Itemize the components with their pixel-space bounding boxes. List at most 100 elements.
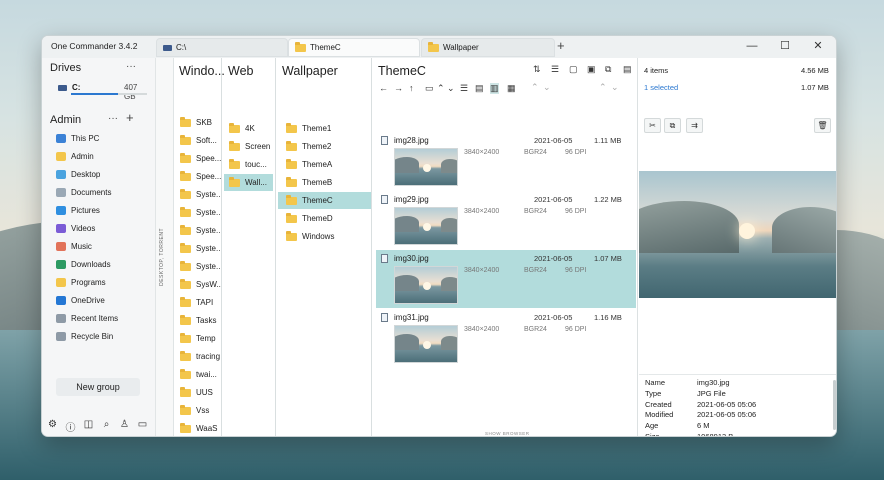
cut-icon[interactable]: ✂ [644,118,661,133]
folder-icon [180,260,191,271]
panels-icon[interactable]: ◫ [81,419,96,435]
folder-item[interactable]: Temp [175,330,221,347]
more-icon[interactable]: ··· [126,61,136,72]
details-view-icon[interactable]: ▤ [475,83,484,94]
folder-item[interactable]: Tasks [175,312,221,329]
folder-item[interactable]: WaaS [175,420,221,436]
folder-item[interactable]: ThemeD [278,210,371,227]
new-tab-button[interactable]: + [557,38,565,53]
file-row[interactable]: img30.jpg 2021-06-05 1.07 MB 3840×2400 BGR24… [376,250,636,308]
close-button[interactable]: ✕ [806,38,830,54]
sidebar-item-programs[interactable]: Programs [56,274,152,291]
folder-item[interactable]: Theme1 [278,120,371,137]
forward-icon[interactable]: → [394,83,403,93]
sidebar-item-admin[interactable]: Admin [56,148,152,165]
folder-item[interactable]: Syste... [175,204,221,221]
delete-icon[interactable]: 🗑 [814,118,831,133]
folder-item[interactable]: Soft... [175,132,221,149]
folder-item[interactable]: Syste... [175,186,221,203]
sidebar-item-pictures[interactable]: Pictures [56,202,152,219]
sidebar-item-recent-items[interactable]: Recent Items [56,310,152,327]
sort-list-icon[interactable]: ☰ [551,64,559,75]
folder-item[interactable]: Wall... [224,174,273,191]
folder-icon [229,158,240,169]
add-icon[interactable]: + [126,110,134,125]
chevron-down-icon[interactable]: ⌄ [447,83,455,94]
folder-item[interactable]: Windows [278,228,371,245]
chevron-up-icon[interactable]: ⌃ [437,83,445,94]
folder-item[interactable]: 4K [224,120,273,137]
column-splitter[interactable]: DESKTOP, TORRENT [156,58,174,436]
tab-c-drive[interactable]: C:\ [156,38,288,57]
folder-item[interactable]: ThemeA [278,156,371,173]
new-file-icon[interactable]: ▢ [569,64,578,75]
folder-item[interactable]: Syste... [175,258,221,275]
list-view-icon[interactable]: ☰ [460,83,468,94]
maximize-button[interactable]: ☐ [773,38,797,54]
folder-item[interactable]: touc... [224,156,273,173]
image-format: BGR24 [524,326,547,333]
sidebar-item-music[interactable]: Music [56,238,152,255]
folder-item[interactable]: Syste... [175,240,221,257]
show-browser-toggle[interactable]: SHOW BROWSER [485,431,530,436]
file-row[interactable]: img31.jpg 2021-06-05 1.16 MB 3840×2400 BGR24… [376,309,636,367]
folder-item[interactable]: ThemeB [278,174,371,191]
drive-icon [58,85,67,91]
folder-item[interactable]: SysW... [175,276,221,293]
move-icon[interactable]: ⇉ [686,118,703,133]
chevron-up-icon[interactable]: ⌃ [599,82,607,93]
sidebar-item-recycle-bin[interactable]: Recycle Bin [56,328,152,345]
sidebar-item-videos[interactable]: Videos [56,220,152,237]
sidebar-item-documents[interactable]: Documents [56,184,152,201]
search-icon[interactable]: ⌕ [99,419,114,435]
pictures-icon [56,206,66,215]
more-icon[interactable]: ··· [108,113,118,124]
chevron-down-icon[interactable]: ⌄ [611,82,619,93]
folder-item[interactable]: TAPI [175,294,221,311]
window-icon[interactable]: ▭ [135,419,150,435]
folder-icon [286,158,297,169]
copy-icon[interactable]: ⧉ [605,64,611,75]
info-icon[interactable]: ⓘ [63,419,78,435]
folder-item[interactable]: SKB [175,114,221,131]
sidebar-item-onedrive[interactable]: OneDrive [56,292,152,309]
column-windows: Windo... SKB Soft... Spee... Spee... Syste..… [174,58,225,436]
folder-item[interactable]: ThemeC [278,192,371,209]
scrollbar[interactable] [833,380,836,430]
grid-view-icon[interactable]: ▦ [507,83,516,94]
user-icon[interactable]: ♙ [117,419,132,435]
thumbnail-view-icon[interactable]: ▥ [490,83,499,94]
tab-wallpaper[interactable]: Wallpaper [421,38,555,57]
folder-item[interactable]: Screen [224,138,273,155]
settings-icon[interactable]: ⚙ [45,419,60,435]
copy-icon[interactable]: ⧉ [664,118,681,133]
minimize-button[interactable]: — [740,38,764,54]
folder-item[interactable]: twai... [175,366,221,383]
folder-item[interactable]: UUS [175,384,221,401]
property-key: Created [645,399,672,409]
up-icon[interactable]: ↑ [409,83,414,93]
sidebar-item-desktop[interactable]: Desktop [56,166,152,183]
folder-item[interactable]: Spee... [175,150,221,167]
folder-item[interactable]: Theme2 [278,138,371,155]
clipboard-icon[interactable]: ▤ [623,64,632,75]
file-row[interactable]: img28.jpg 2021-06-05 1.11 MB 3840×2400 BGR24… [376,132,636,190]
chevron-up-icon[interactable]: ⌃ [531,82,539,93]
sidebar-item-this-pc[interactable]: This PC [56,130,152,147]
new-group-button[interactable]: New group [56,378,140,396]
file-row[interactable]: img29.jpg 2021-06-05 1.22 MB 3840×2400 BGR24… [376,191,636,249]
folder-item[interactable]: tracing [175,348,221,365]
folder-actions-icon[interactable]: ▭ [425,83,434,94]
folder-item[interactable]: Vss [175,402,221,419]
property-value: JPG File [697,388,726,398]
folder-label: Syste... [196,190,221,199]
back-icon[interactable]: ← [379,83,388,93]
sort-icon[interactable]: ⇅ [533,64,541,75]
downloads-icon [56,260,66,269]
sidebar-item-downloads[interactable]: Downloads [56,256,152,273]
folder-item[interactable]: Spee... [175,168,221,185]
chevron-down-icon[interactable]: ⌄ [543,82,551,93]
tab-themec[interactable]: ThemeC [288,38,420,57]
new-folder-icon[interactable]: ▣ [587,64,596,75]
folder-item[interactable]: Syste... [175,222,221,239]
